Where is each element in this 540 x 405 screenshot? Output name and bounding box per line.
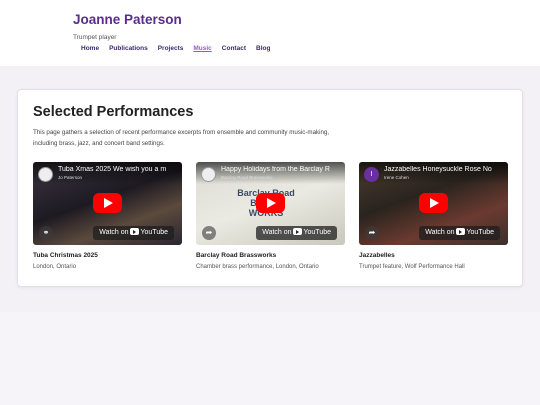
- watch-label: Watch on: [262, 229, 292, 236]
- nav-publications[interactable]: Publications: [109, 45, 148, 52]
- youtube-logo-icon: [130, 228, 140, 235]
- play-button-icon[interactable]: [93, 193, 122, 213]
- section-title: Selected Performances: [33, 104, 194, 120]
- performances-card: Selected Performances This page gathers …: [17, 89, 523, 287]
- video-embed-jazzabelles[interactable]: I Jazzabelles Honeysuckle Rose No Irene …: [359, 162, 508, 245]
- video-channel[interactable]: Jo Paterson: [58, 175, 178, 180]
- platform-name: YouTube: [140, 229, 168, 236]
- video-caption-subtitle: Trumpet feature, Wolf Performance Hall: [359, 264, 465, 270]
- video-title[interactable]: Tuba Xmas 2025 We wish you a m: [58, 166, 178, 173]
- video-channel[interactable]: Barclay Road Brassworks: [221, 175, 341, 180]
- watch-on-youtube-button[interactable]: Watch on YouTube: [256, 226, 337, 240]
- link-icon[interactable]: ⚭: [39, 226, 53, 240]
- site-tagline: Trumpet player: [73, 34, 117, 41]
- main-nav: Home Publications Projects Music Contact…: [81, 45, 280, 52]
- channel-avatar[interactable]: I: [364, 167, 379, 182]
- watch-label: Watch on: [99, 229, 129, 236]
- watch-label: Watch on: [425, 229, 455, 236]
- nav-music[interactable]: Music: [193, 45, 211, 52]
- share-icon[interactable]: ➦: [202, 226, 216, 240]
- video-channel[interactable]: Irene Cohen: [384, 175, 504, 180]
- video-embed-tuba-christmas[interactable]: Tuba Xmas 2025 We wish you a m Jo Paters…: [33, 162, 182, 245]
- youtube-logo-icon: [293, 228, 303, 235]
- nav-home[interactable]: Home: [81, 45, 99, 52]
- section-description: This page gathers a selection of recent …: [33, 129, 330, 147]
- site-title[interactable]: Joanne Paterson: [73, 12, 182, 27]
- video-title[interactable]: Happy Holidays from the Barclay R: [221, 166, 341, 173]
- video-caption-title: Tuba Christmas 2025: [33, 252, 98, 259]
- channel-avatar[interactable]: [201, 167, 216, 182]
- play-button-icon[interactable]: [419, 193, 448, 213]
- nav-blog[interactable]: Blog: [256, 45, 270, 52]
- platform-name: YouTube: [303, 229, 331, 236]
- video-caption-subtitle: London, Ontario: [33, 264, 77, 270]
- site-header: Joanne Paterson Trumpet player Home Publ…: [0, 0, 540, 66]
- channel-avatar[interactable]: [38, 167, 53, 182]
- nav-contact[interactable]: Contact: [222, 45, 246, 52]
- video-caption-title: Barclay Road Brassworks: [196, 252, 277, 259]
- video-caption-title: Jazzabelles: [359, 252, 395, 259]
- nav-projects[interactable]: Projects: [158, 45, 184, 52]
- youtube-logo-icon: [456, 228, 466, 235]
- watch-on-youtube-button[interactable]: Watch on YouTube: [93, 226, 174, 240]
- video-caption-subtitle: Chamber brass performance, London, Ontar…: [196, 264, 319, 270]
- play-button-icon[interactable]: [256, 193, 285, 213]
- video-title[interactable]: Jazzabelles Honeysuckle Rose No: [384, 166, 504, 173]
- share-icon[interactable]: ➦: [365, 226, 379, 240]
- platform-name: YouTube: [466, 229, 494, 236]
- video-embed-barclay-road[interactable]: Barclay Road BRASS WORKS Happy Holidays …: [196, 162, 345, 245]
- watch-on-youtube-button[interactable]: Watch on YouTube: [419, 226, 500, 240]
